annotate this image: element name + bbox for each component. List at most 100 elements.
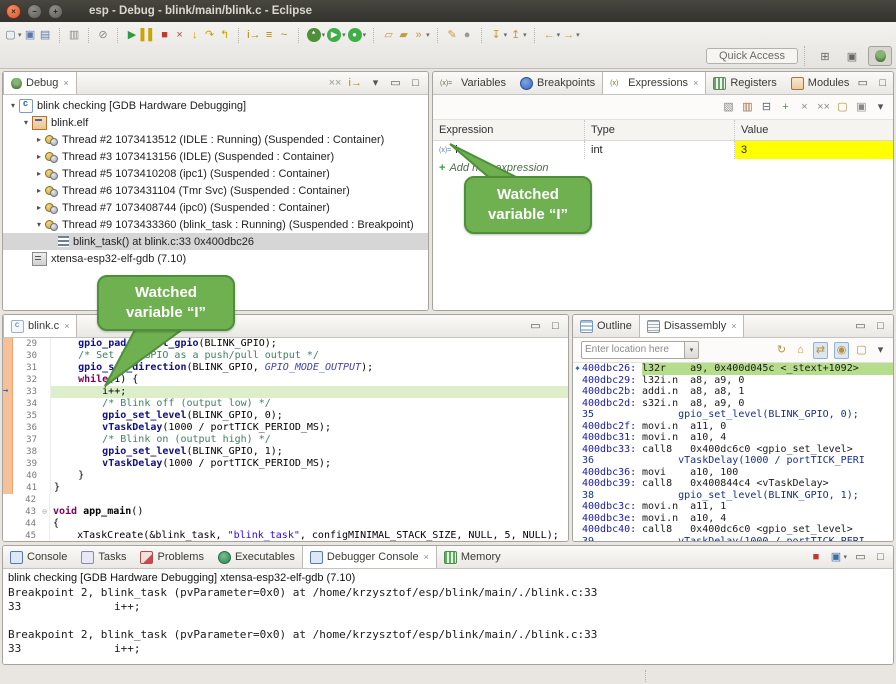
terminate-console-icon[interactable]: ■ xyxy=(809,550,822,565)
debug-launch-icon[interactable]: * xyxy=(307,28,321,42)
tab-expressions[interactable]: Expressions× xyxy=(602,72,706,94)
home-icon[interactable]: ⌂ xyxy=(794,343,807,358)
back-icon[interactable]: ← xyxy=(543,28,556,43)
remove-all-terminated-icon[interactable]: ×× xyxy=(329,76,342,91)
tree-expander-icon[interactable]: ▸ xyxy=(33,152,45,161)
annotation-gutter[interactable] xyxy=(3,362,13,374)
tab-variables[interactable]: Variables xyxy=(433,72,513,94)
view-menu-icon[interactable]: ▾ xyxy=(874,100,887,115)
debug-launch-dropdown-icon[interactable]: ▾ xyxy=(322,31,326,39)
view-menu-icon[interactable]: ▾ xyxy=(369,76,382,91)
annotation-gutter[interactable] xyxy=(3,434,13,446)
back-dropdown-icon[interactable]: ▾ xyxy=(557,31,561,39)
annotation-gutter[interactable] xyxy=(3,338,13,350)
debug-tree-item[interactable]: blink_task() at blink.c:33 0x400dbc26 xyxy=(3,233,428,250)
new-c-project-icon[interactable]: ▱ xyxy=(382,28,395,43)
annotation-gutter[interactable] xyxy=(3,494,12,506)
track-expression-icon[interactable]: ◉ xyxy=(834,342,849,359)
annotation-gutter[interactable] xyxy=(3,530,12,541)
forward-dropdown-icon[interactable]: ▾ xyxy=(576,31,580,39)
close-tab-icon[interactable]: × xyxy=(693,78,698,88)
add-expression-icon[interactable]: + xyxy=(779,100,792,115)
instruction-pointer-gutter[interactable]: → xyxy=(3,386,13,398)
tree-expander-icon[interactable]: ▸ xyxy=(33,203,45,212)
maximize-icon[interactable]: □ xyxy=(874,550,887,565)
maximize-icon[interactable]: □ xyxy=(876,76,889,91)
tree-expander-icon[interactable]: ▾ xyxy=(7,101,19,110)
debug-tree-item[interactable]: ▾blink checking [GDB Hardware Debugging] xyxy=(3,97,428,114)
show-type-names-icon[interactable]: ▧ xyxy=(722,100,735,115)
tab-outline[interactable]: Outline xyxy=(573,315,639,337)
minimize-window-button[interactable]: − xyxy=(27,4,42,19)
console-content[interactable]: blink checking [GDB Hardware Debugging] … xyxy=(3,569,893,664)
tab-debugger-console[interactable]: Debugger Console× xyxy=(302,546,437,568)
cpp-perspective-icon[interactable]: ▣ xyxy=(841,47,863,65)
location-dropdown-icon[interactable]: ▾ xyxy=(685,341,699,359)
step-over-icon[interactable]: ↷ xyxy=(203,28,216,43)
suspend-icon[interactable]: ▌▌ xyxy=(141,28,157,43)
open-perspective-icon[interactable]: ⊞ xyxy=(814,47,836,65)
pin-view-icon[interactable]: ▣ xyxy=(855,100,868,115)
close-tab-icon[interactable]: × xyxy=(424,552,429,562)
tree-expander-icon[interactable]: ▸ xyxy=(33,169,45,178)
use-step-filters-icon[interactable]: ~ xyxy=(278,28,291,43)
annotation-gutter[interactable] xyxy=(3,446,13,458)
external-tools-dropdown-icon[interactable]: ▾ xyxy=(363,31,367,39)
debug-tree-item[interactable]: ▸Thread #5 1073410208 (ipc1) (Suspended … xyxy=(3,165,428,182)
maximize-window-button[interactable]: + xyxy=(48,4,63,19)
tab-executables[interactable]: Executables xyxy=(211,546,302,568)
tab-registers[interactable]: Registers xyxy=(706,72,783,94)
display-selected-console-dropdown-icon[interactable]: ▾ xyxy=(843,553,847,561)
save-icon[interactable]: ▣ xyxy=(24,28,37,43)
view-menu-icon[interactable]: ▾ xyxy=(874,343,887,358)
debug-tree-item[interactable]: ▸Thread #3 1073413156 (IDLE) (Suspended … xyxy=(3,148,428,165)
annotation-gutter[interactable] xyxy=(3,518,12,530)
tree-expander-icon[interactable]: ▾ xyxy=(33,220,45,229)
run-launch-dropdown-icon[interactable]: ▾ xyxy=(342,31,346,39)
new-view-icon[interactable]: ▢ xyxy=(836,100,849,115)
close-tab-icon[interactable]: × xyxy=(731,321,736,331)
tab-problems[interactable]: Problems xyxy=(133,546,210,568)
flash-target-icon[interactable]: » xyxy=(412,28,425,43)
new-wizard-icon[interactable]: ▢ xyxy=(4,28,17,43)
tab-blink-c[interactable]: blink.c× xyxy=(3,315,77,337)
minimize-icon[interactable]: ▭ xyxy=(854,319,867,334)
remove-all-expressions-icon[interactable]: ×× xyxy=(817,100,830,115)
debug-tree-item[interactable]: ▸Thread #2 1073413512 (IDLE : Running) (… xyxy=(3,131,428,148)
tab-breakpoints[interactable]: Breakpoints xyxy=(513,72,602,94)
tab-disassembly[interactable]: Disassembly× xyxy=(639,315,745,337)
column-expression[interactable]: Expression xyxy=(433,120,585,140)
close-window-button[interactable]: × xyxy=(6,4,21,19)
tab-tasks[interactable]: Tasks xyxy=(74,546,133,568)
step-into-icon[interactable]: ↓ xyxy=(188,28,201,43)
minimize-icon[interactable]: ▭ xyxy=(389,76,402,91)
collapse-all-icon[interactable]: ⊟ xyxy=(760,100,773,115)
maximize-icon[interactable]: □ xyxy=(409,76,422,91)
quick-access-button[interactable]: Quick Access xyxy=(706,48,798,64)
tab-memory[interactable]: Memory xyxy=(437,546,508,568)
terminate-icon[interactable]: ■ xyxy=(158,28,171,43)
tree-expander-icon[interactable]: ▾ xyxy=(20,118,32,127)
tab-modules[interactable]: Modules xyxy=(784,72,857,94)
debug-tree-item[interactable]: ▾blink.elf xyxy=(3,114,428,131)
remove-expression-icon[interactable]: × xyxy=(798,100,811,115)
pin-annotation-icon[interactable]: ↧ xyxy=(490,28,503,43)
disassembly-listing[interactable]: ◆400dbc26:l32r a9, 0x400d045c <_stext+10… xyxy=(573,363,893,541)
show-logical-structure-icon[interactable]: ▥ xyxy=(741,100,754,115)
maximize-icon[interactable]: □ xyxy=(549,319,562,334)
annotation-gutter[interactable] xyxy=(3,398,13,410)
annotation-gutter[interactable] xyxy=(3,470,13,482)
debug-tree-item[interactable]: ▸Thread #7 1073408744 (ipc0) (Suspended … xyxy=(3,199,428,216)
minimize-icon[interactable]: ▭ xyxy=(854,550,867,565)
skip-all-breakpoints-icon[interactable]: ⊘ xyxy=(97,28,110,43)
minimize-icon[interactable]: ▭ xyxy=(856,76,869,91)
tab-console[interactable]: Console xyxy=(3,546,74,568)
goto-annotation-icon[interactable]: ↥ xyxy=(509,28,522,43)
flash-target-dropdown-icon[interactable]: ▾ xyxy=(426,31,430,39)
new-view-icon[interactable]: ▢ xyxy=(855,343,868,358)
external-tools-icon[interactable]: ● xyxy=(348,28,362,42)
add-global-variables-icon[interactable]: ≡ xyxy=(263,28,276,43)
annotation-gutter[interactable] xyxy=(3,422,13,434)
location-input[interactable]: Enter location here xyxy=(581,341,685,359)
instruction-stepping-icon[interactable]: i→ xyxy=(247,28,260,43)
